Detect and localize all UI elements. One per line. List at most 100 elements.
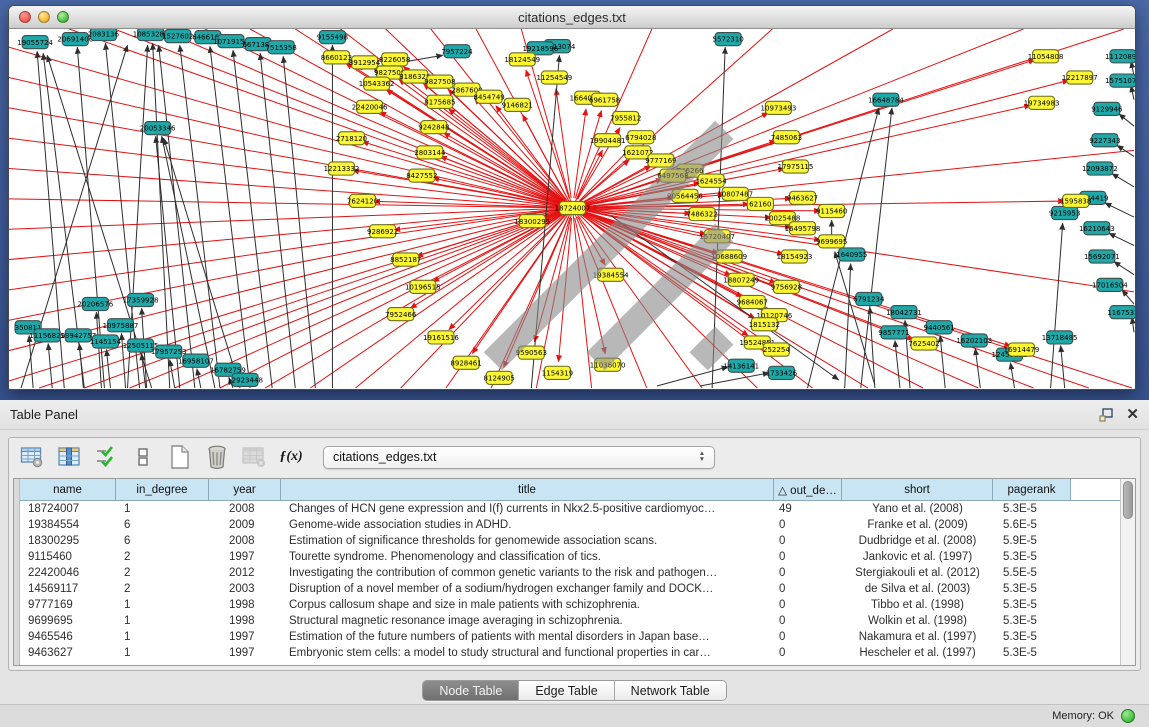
column-header-out_de[interactable]: △ out_de… [774,479,842,500]
cell-year[interactable]: 2008 [209,501,281,517]
table-row[interactable]: 2242004622012Investigating the contribut… [20,565,1120,581]
cell-year[interactable]: 2009 [209,517,281,533]
cell-short[interactable]: Hescheler et al. (1997) [842,645,993,661]
cell-name[interactable]: 9777169 [20,597,116,613]
cell-title[interactable]: Estimation of significance thresholds fo… [281,533,774,549]
vertical-scrollbar[interactable] [1120,479,1135,665]
cell-year[interactable]: 1998 [209,597,281,613]
cell-year[interactable]: 1997 [209,645,281,661]
cell-pagerank[interactable]: 5.3E-5 [993,645,1071,661]
float-window-icon[interactable] [1099,408,1114,422]
column-header-short[interactable]: short [842,479,993,500]
cell-short[interactable]: Stergiakouli et al. (2012) [842,565,993,581]
cell-year[interactable]: 1997 [209,629,281,645]
cell-pagerank[interactable]: 5.3E-5 [993,549,1071,565]
cell-name[interactable]: 18724007 [20,501,116,517]
function-builder-icon[interactable]: ƒ(x) [278,444,304,470]
select-rows-icon[interactable] [93,444,119,470]
show-columns-icon[interactable] [56,444,82,470]
cell-pagerank[interactable]: 5.3E-5 [993,581,1071,597]
scrollbar-thumb[interactable] [1123,481,1133,519]
cell-pagerank[interactable]: 5.6E-5 [993,517,1071,533]
cell-name[interactable]: 9115460 [20,549,116,565]
table-row[interactable]: 911546021997Tourette syndrome. Phenomeno… [20,549,1120,565]
cell-in_degree[interactable]: 2 [116,581,209,597]
cell-out_de[interactable]: 0 [774,629,842,645]
cell-in_degree[interactable]: 6 [116,533,209,549]
cell-short[interactable]: Dudbridge et al. (2008) [842,533,993,549]
cell-out_de[interactable]: 0 [774,565,842,581]
cell-out_de[interactable]: 0 [774,549,842,565]
cell-year[interactable]: 1997 [209,549,281,565]
cell-title[interactable]: Estimation of the future numbers of pati… [281,629,774,645]
cell-name[interactable]: 9465546 [20,629,116,645]
cell-title[interactable]: Corpus callosum shape and size in male p… [281,597,774,613]
row-merge-icon[interactable] [130,444,156,470]
table-selector-dropdown[interactable]: citations_edges.txt ▲▼ [323,446,715,469]
cell-pagerank[interactable]: 5.5E-5 [993,565,1071,581]
cell-pagerank[interactable]: 5.3E-5 [993,629,1071,645]
cell-in_degree[interactable]: 1 [116,597,209,613]
cell-name[interactable]: 19384554 [20,517,116,533]
cell-title[interactable]: Genome-wide association studies in ADHD. [281,517,774,533]
cell-pagerank[interactable]: 5.3E-5 [993,501,1071,517]
cell-short[interactable]: Tibbo et al. (1998) [842,597,993,613]
cell-short[interactable]: Yano et al. (2008) [842,501,993,517]
table-row[interactable]: 977716911998Corpus callosum shape and si… [20,597,1120,613]
cell-title[interactable]: Disruption of a novel member of a sodium… [281,581,774,597]
cell-out_de[interactable]: 0 [774,597,842,613]
cell-pagerank[interactable]: 5.3E-5 [993,597,1071,613]
table-row[interactable]: 1872400712008Changes of HCN gene express… [20,501,1120,517]
cell-title[interactable]: Investigating the contribution of common… [281,565,774,581]
new-column-icon[interactable] [167,444,193,470]
column-header-year[interactable]: year [209,479,281,500]
cell-pagerank[interactable]: 5.9E-5 [993,533,1071,549]
table-row[interactable]: 969969511998Structural magnetic resonanc… [20,613,1120,629]
cell-year[interactable]: 1998 [209,613,281,629]
cell-out_de[interactable]: 0 [774,645,842,661]
cell-title[interactable]: Tourette syndrome. Phenomenology and cla… [281,549,774,565]
cell-name[interactable]: 14569117 [20,581,116,597]
delete-column-icon[interactable] [204,444,230,470]
cell-in_degree[interactable]: 2 [116,549,209,565]
cell-short[interactable]: de Silva et al. (2003) [842,581,993,597]
cell-in_degree[interactable]: 1 [116,629,209,645]
cell-year[interactable]: 2008 [209,533,281,549]
column-header-in_degree[interactable]: in_degree [116,479,209,500]
column-header-title[interactable]: title [281,479,774,500]
table-row[interactable]: 946362711997Embryonic stem cells: a mode… [20,645,1120,661]
cell-in_degree[interactable]: 2 [116,565,209,581]
close-panel-icon[interactable]: ✕ [1126,407,1139,422]
table-mode-icon[interactable] [19,444,45,470]
column-header-name[interactable]: name [20,479,116,500]
window-titlebar[interactable]: citations_edges.txt [9,6,1135,29]
cell-name[interactable]: 18300295 [20,533,116,549]
cell-in_degree[interactable]: 6 [116,517,209,533]
delete-table-icon[interactable] [241,444,267,470]
cell-short[interactable]: Nakamura et al. (1997) [842,629,993,645]
cell-out_de[interactable]: 0 [774,581,842,597]
cell-out_de[interactable]: 0 [774,613,842,629]
cell-title[interactable]: Changes of HCN gene expression and I(f) … [281,501,774,517]
cell-in_degree[interactable]: 1 [116,613,209,629]
table-row[interactable]: 1938455462009Genome-wide association stu… [20,517,1120,533]
cell-in_degree[interactable]: 1 [116,645,209,661]
cell-in_degree[interactable]: 1 [116,501,209,517]
cell-title[interactable]: Embryonic stem cells: a model to study s… [281,645,774,661]
resize-grip[interactable] [9,29,1133,387]
cell-out_de[interactable]: 0 [774,517,842,533]
cell-out_de[interactable]: 49 [774,501,842,517]
cell-name[interactable]: 22420046 [20,565,116,581]
table-row[interactable]: 946554611997Estimation of the future num… [20,629,1120,645]
cell-name[interactable]: 9463627 [20,645,116,661]
cell-out_de[interactable]: 0 [774,533,842,549]
cell-short[interactable]: Franke et al. (2009) [842,517,993,533]
cell-short[interactable]: Wolkin et al. (1998) [842,613,993,629]
cell-short[interactable]: Jankovic et al. (1997) [842,549,993,565]
table-row[interactable]: 1456911722003Disruption of a novel membe… [20,581,1120,597]
tab-network-table[interactable]: Network Table [615,681,726,700]
column-header-pagerank[interactable]: pagerank [993,479,1071,500]
cell-year[interactable]: 2003 [209,581,281,597]
network-canvas[interactable]: 1905572420691406208313610853287152760264… [9,29,1135,389]
table-row[interactable]: 1830029562008Estimation of significance … [20,533,1120,549]
